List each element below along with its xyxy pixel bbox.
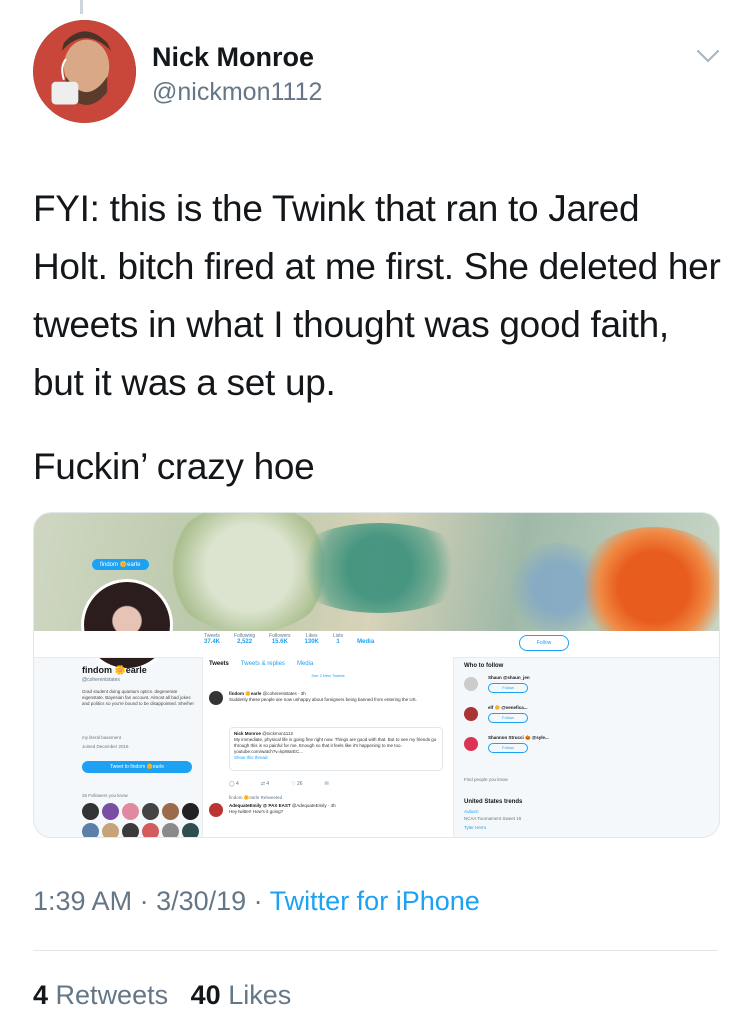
- embedded-timeline-tabs: Tweets Tweets & replies Media: [209, 661, 314, 667]
- tweet-timestamp-line: 1:39 AM · 3/30/19 · Twitter for iPhone: [33, 886, 480, 916]
- embedded-trend: Auburn: [464, 809, 479, 814]
- embedded-suggestion: elf 🌼 @venefica... Follow: [464, 705, 604, 729]
- retweets-label: Retweets: [55, 980, 169, 1010]
- embedded-tweet-actions: ◯ 4 ⇄ 4 ♡ 26 ✉: [229, 781, 329, 787]
- embedded-profile-name: findom 🌼earle: [82, 665, 147, 675]
- tweet-date: 3/30/19: [156, 886, 247, 916]
- author-display-name[interactable]: Nick Monroe: [152, 42, 314, 73]
- author-avatar[interactable]: [33, 20, 136, 123]
- tweet-paragraph: FYI: this is the Twink that ran to Jared…: [33, 188, 721, 403]
- embedded-profile-joined: Joined December 2016: [82, 744, 129, 749]
- embedded-tweet-to-button: Tweet to findom 🌼earle: [82, 761, 192, 773]
- embedded-profile-card: findom 🌼earle @coherentstates Grad stude…: [34, 657, 199, 837]
- embedded-tweet: findom 🌼earle Retweeted AdequateEmily @ …: [209, 795, 447, 835]
- embedded-trends-title: United States trends: [464, 799, 523, 805]
- embedded-timeline: Tweets Tweets & replies Media See 2 New …: [202, 657, 454, 837]
- banner-name-pill: findom 🌼earle: [92, 559, 149, 570]
- embedded-profile-bio: Grad student doing quantum optics. degen…: [82, 689, 194, 706]
- chevron-down-icon[interactable]: [694, 46, 722, 66]
- tweet-body: FYI: this is the Twink that ran to Jared…: [33, 180, 723, 496]
- retweets-link[interactable]: 4 Retweets: [33, 980, 168, 1010]
- embedded-find-people: Find people you know: [464, 777, 508, 782]
- avatar-illustration: [33, 20, 136, 123]
- stat-moments: Media: [357, 639, 375, 645]
- stat-lists: Lists 1: [332, 633, 344, 645]
- embedded-profile-location: my literal basement: [82, 735, 122, 740]
- likes-label: Likes: [228, 980, 292, 1010]
- stat-likes: Likes 130K: [304, 633, 319, 645]
- embedded-trend: Tyler Herro: [464, 825, 487, 830]
- likes-count: 40: [190, 980, 221, 1010]
- embedded-profile-handle: @coherentstates: [82, 677, 120, 683]
- embedded-quoted-tweet: Nick Monroe @nickmon1112 My immediate, p…: [229, 727, 443, 771]
- attached-screenshot-image[interactable]: findom 🌼earle Tweets 37.4K Following 2,522…: [33, 512, 720, 838]
- stat-followers: Followers 15.6K: [269, 633, 291, 645]
- likes-link[interactable]: 40 Likes: [191, 980, 292, 1010]
- embedded-trend: NCAA Tournament Sweet 16: [464, 816, 522, 821]
- embedded-follow-button: Follow: [519, 635, 569, 651]
- embedded-follower-avatars: [82, 803, 202, 837]
- divider: [33, 950, 718, 951]
- embedded-who-to-follow-title: Who to follow: [464, 663, 504, 669]
- embedded-tweet: findom 🌼earle @coherentstates · 3h Sudde…: [209, 691, 447, 777]
- thread-connector-line: [80, 0, 83, 14]
- engagement-counts: 4 Retweets 40 Likes: [33, 980, 291, 1011]
- stat-tweets: Tweets 37.4K: [204, 633, 221, 645]
- tweet-source-link[interactable]: Twitter for iPhone: [270, 886, 480, 916]
- embedded-suggestion: Shaun @shaun_jen Follow: [464, 675, 604, 699]
- stat-following: Following 2,522: [234, 633, 256, 645]
- tweet-time: 1:39 AM: [33, 886, 133, 916]
- embedded-followers-you-know: 25 Followers you know: [82, 793, 128, 798]
- profile-stats-bar: Tweets 37.4K Following 2,522 Followers 15.6…: [34, 631, 719, 658]
- embedded-new-tweets-bar: See 2 New Tweets: [311, 673, 345, 678]
- tweet-paragraph: Fuckin’ crazy hoe: [33, 446, 315, 487]
- embedded-suggestion: Shannon Strucci 🎃 @syle... Follow: [464, 735, 604, 759]
- retweets-count: 4: [33, 980, 49, 1010]
- embedded-sidebar: Who to follow Shaun @shaun_jen Follow el…: [458, 657, 608, 837]
- author-handle[interactable]: @nickmon1112: [152, 78, 322, 107]
